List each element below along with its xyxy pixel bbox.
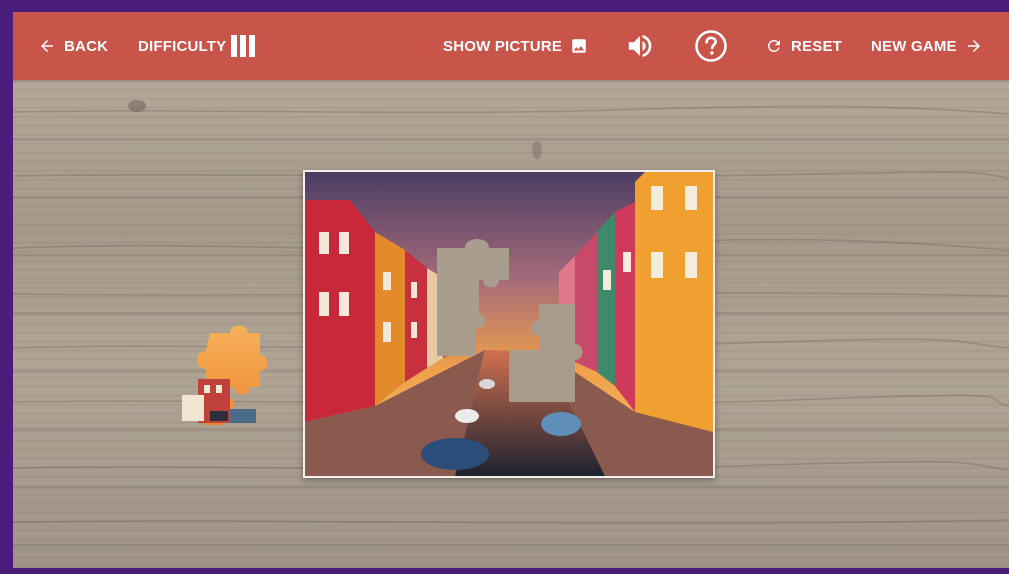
puzzle-picture xyxy=(305,172,713,476)
new-game-label: NEW GAME xyxy=(871,37,957,55)
difficulty-bars-icon xyxy=(231,35,256,57)
arrow-left-icon xyxy=(41,40,53,52)
sound-toggle-button[interactable] xyxy=(625,12,655,80)
difficulty-label: DIFFICULTY xyxy=(138,37,227,55)
loose-puzzle-piece[interactable] xyxy=(170,315,288,435)
show-picture-button[interactable]: SHOW PICTURE xyxy=(443,12,588,80)
image-icon xyxy=(572,39,586,53)
help-button[interactable] xyxy=(694,12,728,80)
puzzle-frame[interactable] xyxy=(303,170,715,478)
arrow-right-icon xyxy=(967,40,980,52)
volume-icon xyxy=(628,35,652,57)
new-game-button[interactable]: NEW GAME xyxy=(871,12,983,80)
top-toolbar: BACK DIFFICULTY SHOW PICTURE RESET NEW G… xyxy=(13,12,1009,80)
back-label: BACK xyxy=(64,37,109,55)
refresh-icon xyxy=(767,40,780,52)
show-picture-label: SHOW PICTURE xyxy=(443,37,563,55)
back-button[interactable]: BACK xyxy=(38,12,108,80)
reset-button[interactable]: RESET xyxy=(765,12,842,80)
reset-label: RESET xyxy=(791,37,843,55)
help-circle-icon xyxy=(695,30,727,62)
wooden-board xyxy=(13,80,1009,568)
difficulty-button[interactable]: DIFFICULTY xyxy=(138,12,256,80)
